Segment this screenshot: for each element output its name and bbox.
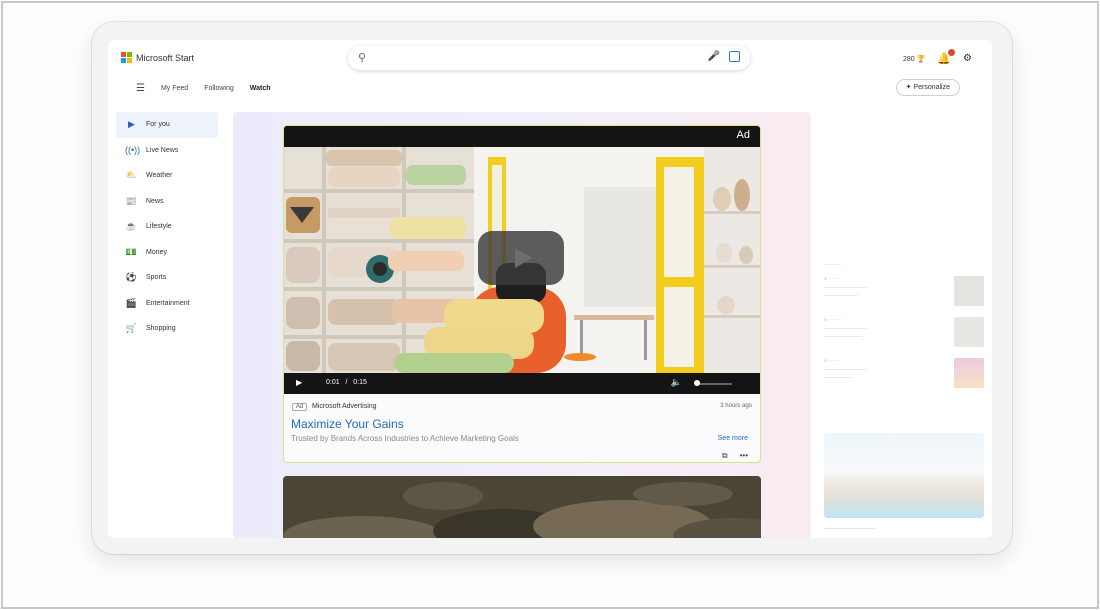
duration: 0:15: [353, 379, 367, 386]
sports-icon: ⚽: [125, 272, 138, 283]
rail-thumbnail: [954, 276, 984, 306]
provider-name[interactable]: Microsoft Advertising: [312, 403, 377, 410]
watch-feed: Ad ▶ 0:01 / 0:15 🔈 Ad Microsoft Advertis…: [233, 112, 811, 538]
trophy-icon: 🏆: [916, 55, 926, 63]
volume-slider-handle[interactable]: [694, 380, 700, 386]
video-ad-card[interactable]: Ad ▶ 0:01 / 0:15 🔈 Ad Microsoft Advertis…: [283, 125, 761, 463]
tab-following[interactable]: Following: [204, 85, 234, 92]
card-description: Trusted by Brands Across Industries to A…: [291, 434, 519, 443]
microphone-icon[interactable]: 🎤: [708, 51, 720, 62]
shopping-cart-icon: 🛒: [125, 323, 138, 334]
video-frame-image: [284, 147, 760, 373]
browser-screen: Microsoft Start ⚲ 🎤 280 🏆 🔔 ⚙ ☰ My Feed …: [108, 40, 992, 538]
trending-rail: ──── ■ ─── ────────── ──────── ■ ──── ───…: [824, 262, 984, 399]
entertainment-icon: 🎬: [125, 297, 138, 308]
share-icon[interactable]: ⧉: [722, 451, 728, 461]
sidebar-item-label: Shopping: [146, 325, 176, 333]
play-button-icon[interactable]: ▶: [296, 378, 302, 387]
brand-name: Microsoft Start: [136, 52, 195, 63]
search-icon: ⚲: [358, 52, 367, 64]
see-more-link[interactable]: See more: [718, 435, 748, 442]
header-actions: 280 🏆 🔔 ⚙: [903, 49, 972, 65]
ad-badge: Ad: [292, 403, 308, 411]
sidebar-item-shopping[interactable]: 🛒 Shopping: [116, 316, 218, 342]
points-count: 280: [902, 55, 915, 63]
search-input[interactable]: [376, 50, 676, 66]
rail-feature-image[interactable]: [824, 433, 984, 518]
volume-slider[interactable]: [696, 383, 732, 385]
card-title[interactable]: Maximize Your Gains: [291, 417, 404, 431]
sidebar-item-sports[interactable]: ⚽ Sports: [116, 265, 218, 291]
rail-thumbnail: [954, 317, 984, 347]
video-top-bar: Ad: [284, 126, 760, 147]
post-age: 3 hours ago: [720, 403, 752, 409]
video-controls: ▶ 0:01 / 0:15 🔈: [284, 373, 760, 394]
tab-watch[interactable]: Watch: [250, 85, 271, 92]
card-actions: ⧉ •••: [722, 451, 748, 461]
current-time: 0:01: [326, 379, 340, 386]
sidebar-item-weather[interactable]: ⛅ Weather: [116, 163, 218, 189]
top-nav: ☰ My Feed Following Watch: [136, 83, 271, 94]
card-meta: Ad Microsoft Advertising 3 hours ago Max…: [284, 394, 760, 462]
next-video-thumbnail: [283, 476, 761, 538]
sidebar-item-lifestyle[interactable]: ☕ Lifestyle: [116, 214, 218, 240]
hamburger-menu-icon[interactable]: ☰: [136, 83, 145, 94]
sidebar-item-money[interactable]: 💵 Money: [116, 240, 218, 266]
personalize-button[interactable]: ✦ Personalize: [895, 79, 960, 96]
ad-label: Ad: [736, 129, 750, 141]
sidebar-item-label: Sports: [146, 274, 167, 282]
rail-feature-caption-placeholder: ────────────: [824, 526, 876, 532]
rail-item[interactable]: ■ ─── ────────── ───────: [824, 358, 984, 388]
microsoft-logo-icon: [121, 52, 132, 63]
rail-item[interactable]: ■ ─── ────────── ────────: [824, 276, 984, 306]
weather-icon: ⛅: [125, 170, 138, 181]
notification-badge: [948, 49, 956, 56]
sidebar-item-news[interactable]: 📰 News: [116, 189, 218, 215]
play-icon: ▶: [128, 119, 135, 130]
rail-heading-placeholder: ────: [824, 262, 842, 268]
sidebar-item-label: For you: [146, 121, 170, 129]
sidebar-item-for-you[interactable]: ▶ For you: [116, 112, 218, 138]
playback-time: 0:01 / 0:15: [326, 379, 367, 386]
sidebar-item-label: Money: [146, 248, 168, 256]
rail-item[interactable]: ■ ──── ────────── ─────────: [824, 317, 984, 347]
tab-my-feed[interactable]: My Feed: [161, 85, 188, 92]
sidebar-item-label: Lifestyle: [146, 223, 172, 231]
rail-thumbnail: [954, 358, 984, 388]
visual-search-icon[interactable]: [729, 51, 740, 62]
settings-gear-icon[interactable]: ⚙: [963, 53, 972, 64]
search-bar[interactable]: ⚲ 🎤: [348, 46, 750, 70]
sidebar-item-label: Weather: [146, 172, 173, 180]
more-options-icon[interactable]: •••: [740, 451, 748, 461]
sidebar-item-live-news[interactable]: ((•)) Live News: [116, 138, 218, 164]
personalize-label: Personalize: [913, 84, 950, 91]
volume-icon[interactable]: 🔈: [671, 377, 682, 388]
sidebar-item-entertainment[interactable]: 🎬 Entertainment: [116, 291, 218, 317]
notifications-button[interactable]: 🔔: [937, 49, 956, 65]
sidebar-item-label: News: [146, 197, 164, 205]
sidebar-item-label: Live News: [146, 146, 179, 154]
sidebar: ▶ For you ((•)) Live News ⛅ Weather 📰 Ne…: [116, 112, 218, 342]
next-video-card[interactable]: [283, 476, 761, 538]
sparkle-icon: ✦: [905, 84, 912, 91]
sidebar-item-label: Entertainment: [146, 299, 190, 307]
time-separator: /: [345, 379, 348, 386]
lifestyle-icon: ☕: [125, 221, 138, 232]
rewards-points[interactable]: 280 🏆: [903, 55, 925, 63]
brand-logo[interactable]: Microsoft Start: [121, 52, 194, 63]
video-player[interactable]: [284, 147, 760, 373]
news-icon: 📰: [125, 195, 138, 206]
money-icon: 💵: [125, 246, 138, 257]
broadcast-icon: ((•)): [125, 145, 141, 156]
